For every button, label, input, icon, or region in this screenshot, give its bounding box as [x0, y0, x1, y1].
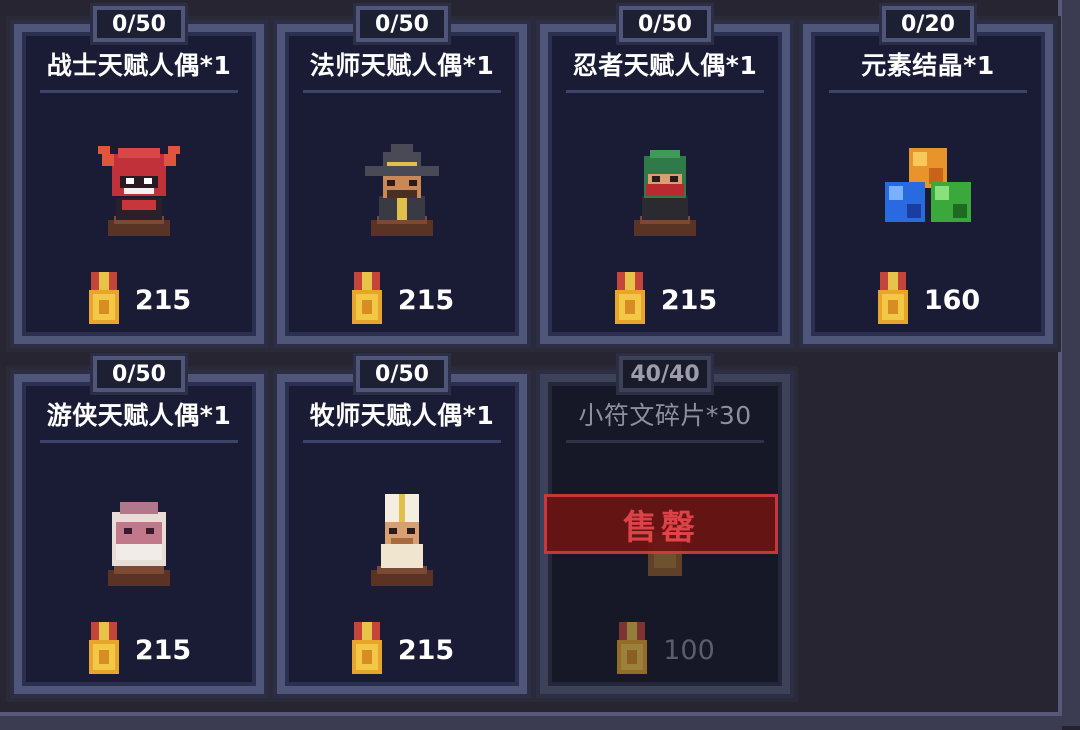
item-title: 小符文碎片*30: [578, 401, 752, 430]
title-divider: [829, 90, 1027, 93]
stock-badge: 0/50: [353, 353, 451, 395]
ranger-doll-icon: [108, 502, 170, 586]
item-title: 游侠天赋人偶*1: [46, 401, 232, 430]
title-divider: [40, 90, 238, 93]
medal-icon: [351, 622, 382, 674]
priest-doll-icon: [371, 494, 433, 586]
item-title: 牧师天赋人偶*1: [309, 401, 495, 430]
stock-badge: 0/20: [879, 3, 977, 45]
shop-item-element-crystal[interactable]: 0/20 元素结晶*1 160: [799, 3, 1057, 348]
medal-icon: [877, 272, 908, 324]
stock-badge: 40/40: [616, 353, 714, 395]
title-divider: [303, 90, 501, 93]
title-divider: [40, 440, 238, 443]
item-price: 215: [22, 272, 256, 328]
panel-frame-right: [1058, 0, 1080, 726]
title-divider: [303, 440, 501, 443]
item-title: 元素结晶*1: [861, 51, 995, 80]
title-divider: [566, 440, 764, 443]
medal-icon: [614, 272, 645, 324]
price-value: 215: [134, 284, 192, 316]
stock-badge: 0/50: [353, 3, 451, 45]
price-value: 160: [923, 284, 981, 316]
medal-icon: [617, 622, 648, 674]
item-price: 100: [548, 622, 782, 678]
item-title: 忍者天赋人偶*1: [572, 51, 758, 80]
price-value: 215: [397, 284, 455, 316]
shop-item-warrior-doll[interactable]: 0/50 战士天赋人偶*1 215: [10, 3, 268, 348]
shop-item-ranger-doll[interactable]: 0/50 游侠天赋人偶*1 215: [10, 353, 268, 698]
stock-badge: 0/50: [616, 3, 714, 45]
price-value: 215: [397, 634, 455, 666]
panel-frame-bottom: [0, 712, 1062, 730]
medal-icon: [88, 622, 119, 674]
warrior-doll-icon: [98, 146, 180, 236]
item-title: 法师天赋人偶*1: [309, 51, 495, 80]
item-price: 160: [811, 272, 1045, 328]
ninja-doll-icon: [634, 150, 696, 236]
item-price: 215: [285, 622, 519, 678]
shop-item-ninja-doll[interactable]: 0/50 忍者天赋人偶*1 215: [536, 3, 794, 348]
item-price: 215: [22, 622, 256, 678]
item-price: 215: [548, 272, 782, 328]
item-price: 215: [285, 272, 519, 328]
mage-doll-icon: [365, 144, 439, 236]
stock-badge: 0/50: [90, 353, 188, 395]
shop-item-rune-shard[interactable]: 40/40 小符文碎片*30 售罄 100: [536, 353, 794, 698]
title-divider: [566, 90, 764, 93]
shop-item-mage-doll[interactable]: 0/50 法师天赋人偶*1 215: [273, 3, 531, 348]
item-title: 战士天赋人偶*1: [46, 51, 232, 80]
soldout-stamp: 售罄: [544, 494, 778, 554]
stock-badge: 0/50: [90, 3, 188, 45]
price-value: 215: [134, 634, 192, 666]
element-crystal-icon: [885, 148, 971, 222]
price-value: 100: [663, 634, 715, 666]
medal-icon: [88, 272, 119, 324]
medal-icon: [351, 272, 382, 324]
price-value: 215: [660, 284, 718, 316]
shop-item-priest-doll[interactable]: 0/50 牧师天赋人偶*1 215: [273, 353, 531, 698]
